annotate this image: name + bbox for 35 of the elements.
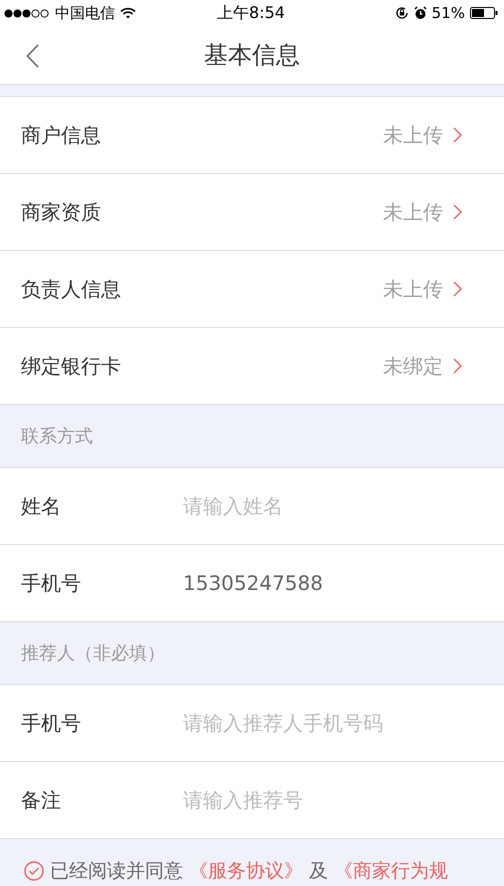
chevron-right-icon — [453, 204, 462, 220]
section-header: 推荐人（非必填） — [21, 642, 165, 665]
field-label: 姓名 — [21, 492, 62, 520]
input-field[interactable]: 请输入姓名 — [183, 494, 462, 518]
row-status: 未上传 — [383, 276, 443, 302]
field-label: 手机号 — [21, 710, 82, 736]
input-field[interactable]: 15305247588 — [183, 571, 462, 595]
row-status: 未上传 — [383, 122, 443, 148]
carrier-name: 中国电信 — [55, 4, 115, 22]
field-label: 备注 — [21, 786, 62, 814]
input-field[interactable]: 请输入推荐号 — [183, 788, 462, 812]
status-time: 上午8:54 — [217, 2, 285, 24]
input-field[interactable]: 请输入推荐人手机号码 — [183, 711, 462, 735]
page-title: 基本信息 — [204, 40, 300, 71]
row-label: 商户信息 — [21, 122, 101, 148]
chevron-right-icon — [453, 127, 462, 143]
battery-icon — [470, 7, 498, 19]
battery-percent: 51% — [432, 4, 465, 22]
rotation-lock-icon — [394, 6, 409, 20]
check-circle-icon[interactable] — [24, 860, 44, 880]
wifi-icon — [120, 7, 136, 19]
row-label: 绑定银行卡 — [21, 352, 121, 380]
section-header: 联系方式 — [21, 425, 93, 448]
chevron-right-icon — [453, 281, 462, 297]
row-label: 负责人信息 — [21, 276, 121, 302]
field-label: 手机号 — [21, 570, 82, 596]
signal-icon — [4, 8, 50, 18]
row-status: 未上传 — [383, 198, 443, 226]
row-status: 未绑定 — [383, 352, 443, 380]
chevron-left-icon — [26, 44, 39, 68]
row-label: 商家资质 — [21, 198, 101, 226]
conjunction-text: 及 — [309, 858, 328, 884]
agreement-text: 已经阅读并同意 — [50, 858, 183, 884]
alarm-icon — [414, 6, 427, 20]
chevron-right-icon — [453, 358, 462, 374]
